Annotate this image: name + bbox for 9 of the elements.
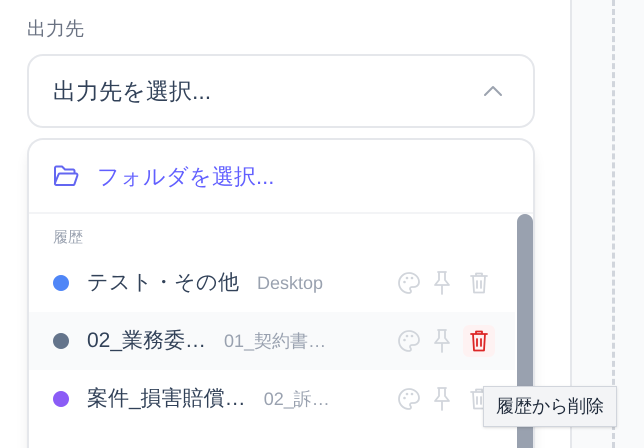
item-path: Desktop — [257, 272, 324, 295]
item-name: 案件_損害賠償… — [87, 386, 246, 412]
field-label: 出力先 — [27, 18, 85, 42]
item-name: テスト・その他 — [87, 270, 239, 296]
item-path: 01_契約書… — [224, 330, 326, 352]
tooltip: 履歴から削除 — [483, 386, 617, 427]
section-heading: 履歴 — [52, 228, 84, 248]
item-name: 02_業務委… — [87, 328, 206, 354]
item-path: 02_訴… — [264, 388, 330, 410]
